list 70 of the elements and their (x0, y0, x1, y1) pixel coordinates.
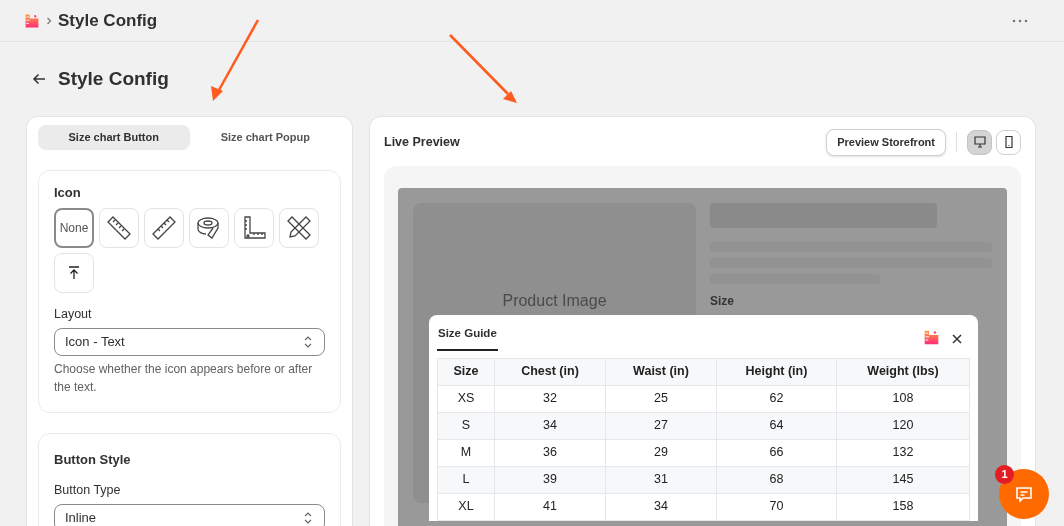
size-guide-tab[interactable]: Size Guide (437, 324, 498, 351)
annotation-arrow (449, 34, 517, 103)
column-header: Size (437, 358, 495, 385)
table-cell: 25 (605, 385, 717, 412)
table-cell: 70 (716, 493, 837, 520)
table-cell: 32 (494, 385, 606, 412)
help-text: Choose whether the icon appears before or after the text. (54, 360, 314, 396)
table-cell: 66 (716, 439, 837, 466)
table-cell: 158 (836, 493, 970, 520)
table-cell: S (437, 412, 495, 439)
icon-option[interactable] (144, 208, 184, 248)
table-cell: 29 (605, 439, 717, 466)
table-cell: 108 (836, 385, 970, 412)
ruler-icon (105, 214, 133, 242)
back-arrow-icon[interactable] (32, 72, 46, 87)
icon-option[interactable]: None (54, 208, 94, 248)
table-cell: 145 (836, 466, 970, 493)
preview-storefront-button[interactable]: Preview Storefront (826, 128, 946, 156)
desktop-view-button[interactable] (967, 129, 992, 155)
table-cell: 31 (605, 466, 717, 493)
size-label: Size (710, 292, 735, 310)
field-label: Layout (54, 306, 93, 323)
table-cell: M (437, 439, 495, 466)
chat-icon (1014, 484, 1034, 504)
icon-option[interactable] (189, 208, 229, 248)
layout-select[interactable]: Icon - Text (54, 327, 325, 356)
icon-option[interactable] (234, 208, 274, 248)
page-title: Style Config (58, 67, 169, 91)
table-cell: 62 (716, 385, 837, 412)
section-title: Icon (54, 183, 82, 202)
table-cell: 27 (605, 412, 717, 439)
product-image-label: Product Image (502, 290, 607, 309)
section-title: Button Style (54, 450, 132, 469)
table-cell: XS (437, 385, 495, 412)
table-cell: L (437, 466, 495, 493)
chevron-updown-icon (302, 511, 314, 525)
table-cell: 36 (494, 439, 606, 466)
column-header: Waist (in) (605, 358, 717, 385)
table-cell: 34 (605, 493, 717, 520)
close-icon[interactable] (952, 333, 962, 344)
chevron-icon (46, 16, 52, 25)
column-header: Weight (lbs) (836, 358, 970, 385)
chevron-updown-icon (302, 334, 314, 349)
icon-option[interactable] (99, 208, 139, 248)
column-header: Height (in) (716, 358, 837, 385)
crossed-pencil-ruler-icon (285, 214, 313, 242)
more-icon[interactable] (1012, 18, 1028, 23)
icon-option[interactable] (279, 208, 319, 248)
column-header: Chest (in) (494, 358, 606, 385)
app-logo-icon (24, 12, 40, 29)
field-label: Button Type (54, 482, 122, 500)
tab[interactable]: Size chart Button (38, 124, 190, 150)
table-cell: XL (437, 493, 495, 520)
mobile-view-button[interactable] (996, 129, 1021, 155)
icon-option[interactable] (54, 253, 94, 293)
desktop-icon (972, 135, 987, 149)
button-type-select[interactable]: Inline (54, 504, 325, 526)
table-cell: 41 (494, 493, 606, 520)
table-cell: 64 (716, 412, 837, 439)
table-cell: 132 (836, 439, 970, 466)
table-cell: 68 (716, 466, 837, 493)
ruler-icon (150, 214, 178, 242)
tab[interactable]: Size chart Popup (189, 124, 341, 150)
table-cell: 34 (494, 412, 606, 439)
table-cell: 39 (494, 466, 606, 493)
breadcrumb-title: Style Config (58, 9, 158, 32)
upload-icon (66, 265, 82, 281)
preview-title: Live Preview (384, 133, 460, 151)
table-cell: 120 (836, 412, 970, 439)
app-logo-icon (923, 328, 940, 346)
